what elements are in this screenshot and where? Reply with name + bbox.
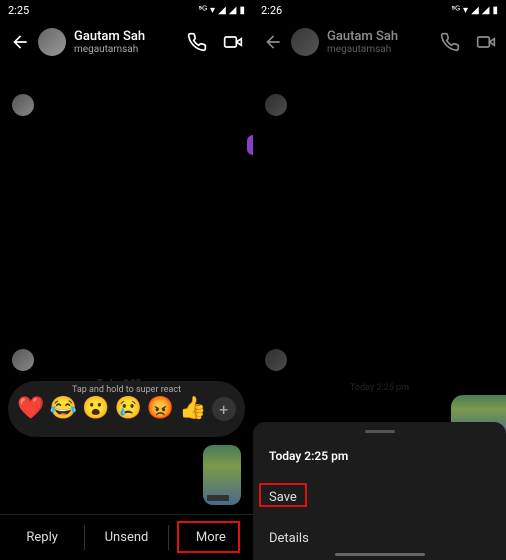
status-icons: ⁵ᴳ ▾ ◢ ◢ ▮ <box>198 5 245 16</box>
status-time: 2:25 <box>8 4 29 17</box>
reaction-angry[interactable]: 😡 <box>147 398 174 420</box>
contact-name: Gautam Sah <box>74 29 171 44</box>
more-highlight <box>177 521 240 553</box>
sheet-timestamp: Today 2:25 pm <box>253 441 506 477</box>
chat-header: Gautam Sah megautamsah <box>0 20 253 64</box>
wifi-icon: ▾ <box>463 5 468 16</box>
message-image-thumb[interactable] <box>203 445 241 505</box>
data-icon: ⁵ᴳ <box>198 5 207 16</box>
message-avatar-r <box>265 94 287 116</box>
nav-handle[interactable] <box>335 553 425 556</box>
contact-info-r[interactable]: Gautam Sah megautamsah <box>327 29 424 55</box>
status-time-r: 2:26 <box>261 4 282 17</box>
reaction-thumbs[interactable]: 👍 <box>179 398 206 420</box>
call-icon[interactable] <box>187 32 207 52</box>
message-avatar-2 <box>12 349 34 371</box>
contact-username: megautamsah <box>74 44 171 55</box>
battery-icon: ▮ <box>239 5 245 16</box>
signal-icon-2: ◢ <box>229 5 237 16</box>
message-avatar <box>12 94 34 116</box>
screen-right: 2:26 ⁵ᴳ ▾ ◢ ◢ ▮ Gautam Sah megautamsah T… <box>253 0 506 560</box>
reaction-heart[interactable]: ❤️ <box>17 398 44 420</box>
reaction-laugh[interactable]: 😂 <box>50 398 77 420</box>
data-icon: ⁵ᴳ <box>451 5 460 16</box>
status-bar: 2:25 ⁵ᴳ ▾ ◢ ◢ ▮ <box>0 0 253 20</box>
contact-avatar[interactable] <box>38 28 66 56</box>
message-avatar-r2 <box>265 349 287 371</box>
reply-button[interactable]: Reply <box>0 515 84 560</box>
signal-icon: ◢ <box>471 5 479 16</box>
reaction-cry[interactable]: 😢 <box>115 398 142 420</box>
back-arrow[interactable] <box>10 32 30 52</box>
timestamp-dim-r: Today 2:25 pm <box>253 383 506 393</box>
chat-header-r: Gautam Sah megautamsah <box>253 20 506 64</box>
contact-info[interactable]: Gautam Sah megautamsah <box>74 29 171 55</box>
status-icons-r: ⁵ᴳ ▾ ◢ ◢ ▮ <box>451 5 498 16</box>
signal-icon-2: ◢ <box>482 5 490 16</box>
signal-icon: ◢ <box>218 5 226 16</box>
status-bar-r: 2:26 ⁵ᴳ ▾ ◢ ◢ ▮ <box>253 0 506 20</box>
save-highlight <box>259 483 307 507</box>
contact-name-r: Gautam Sah <box>327 29 424 44</box>
reaction-picker: Tap and hold to super react ❤️ 😂 😮 😢 😡 👍… <box>8 381 245 437</box>
contact-username-r: megautamsah <box>327 44 424 55</box>
reaction-hint: Tap and hold to super react <box>72 385 181 395</box>
screen-left: 2:25 ⁵ᴳ ▾ ◢ ◢ ▮ Gautam Sah megautamsah T… <box>0 0 253 560</box>
sheet-handle[interactable] <box>365 430 395 433</box>
video-call-icon-r[interactable] <box>476 32 496 52</box>
call-icon-r[interactable] <box>440 32 460 52</box>
contact-avatar-r[interactable] <box>291 28 319 56</box>
reaction-wow[interactable]: 😮 <box>82 398 109 420</box>
wifi-icon: ▾ <box>210 5 215 16</box>
emoji-row: ❤️ 😂 😮 😢 😡 👍 + <box>9 397 243 421</box>
battery-icon: ▮ <box>492 5 498 16</box>
video-call-icon[interactable] <box>223 32 243 52</box>
unsend-button[interactable]: Unsend <box>84 515 168 560</box>
reaction-add[interactable]: + <box>212 397 236 421</box>
thumb-label <box>207 495 229 501</box>
back-arrow-r[interactable] <box>263 32 283 52</box>
